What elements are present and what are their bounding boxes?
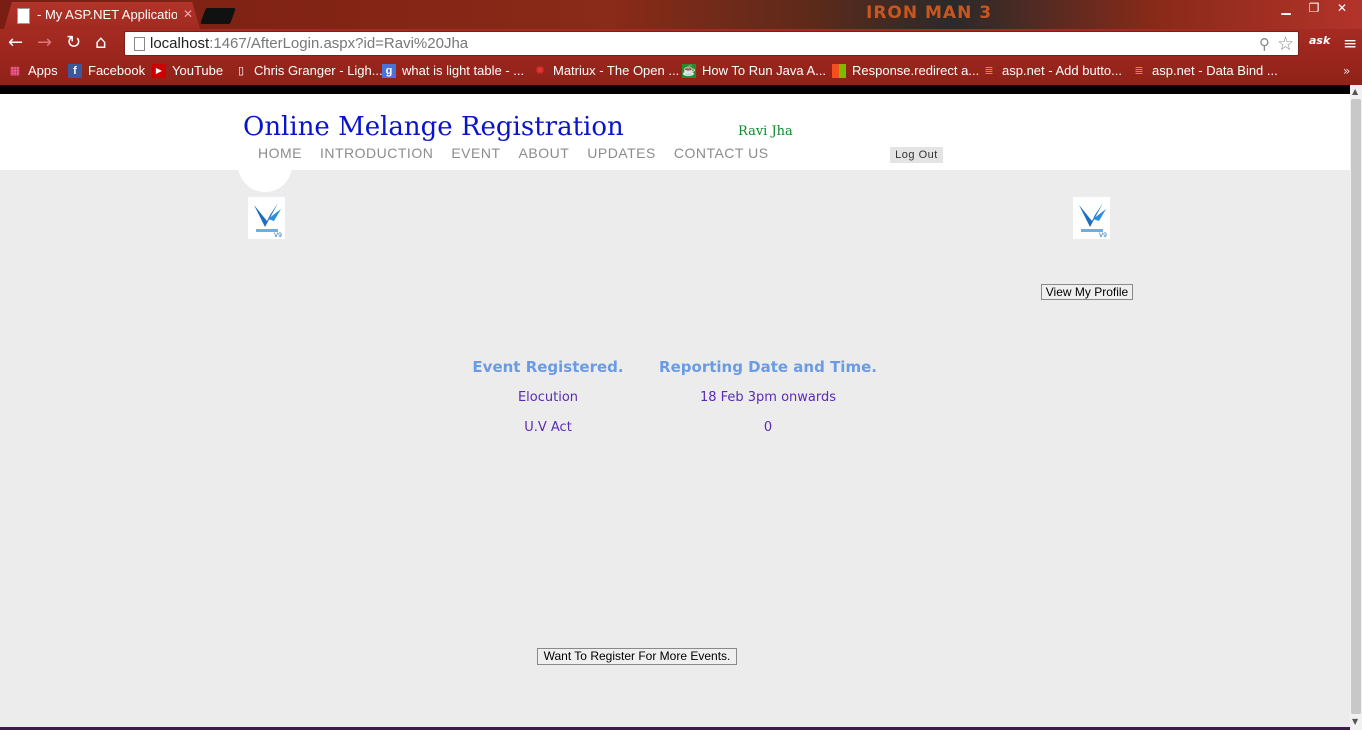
tab-title: - My ASP.NET Application (37, 7, 177, 22)
site-header: Online Melange Registration Ravi Jha HOM… (0, 94, 1350, 170)
melange-logo-left: V9 (248, 197, 285, 239)
bookmark-chris-granger[interactable]: ▯ Chris Granger - Ligh... (234, 63, 383, 78)
close-icon[interactable]: ✕ (183, 7, 193, 21)
bookmark-star-icon[interactable]: ☆ (1277, 33, 1294, 55)
page-info-icon (134, 37, 145, 51)
bookmark-data-bind[interactable]: ≣ asp.net - Data Bind ... (1132, 63, 1277, 78)
menu-contact-us[interactable]: CONTACT US (674, 145, 769, 161)
browser-menu-icon[interactable]: ≡ (1343, 34, 1357, 54)
matriux-icon: ✺ (535, 64, 545, 77)
logout-button[interactable]: Log Out (890, 147, 943, 163)
new-tab-button[interactable] (200, 8, 236, 24)
menu-updates[interactable]: UPDATES (587, 145, 656, 161)
close-window-icon[interactable]: ✕ (1328, 0, 1356, 18)
ask-extension-icon[interactable]: ask (1309, 34, 1330, 47)
menu-about[interactable]: ABOUT (519, 145, 570, 161)
search-icon[interactable]: ⚲ (1259, 35, 1270, 53)
bookmark-apps[interactable]: ▦ Apps (8, 63, 58, 78)
logged-in-user: Ravi Jha (738, 124, 793, 139)
apps-grid-icon: ▦ (9, 64, 21, 77)
scroll-up-arrow-icon[interactable]: ▲ (1352, 87, 1358, 96)
theme-banner-text: IRON MAN 3 (866, 3, 993, 23)
stackoverflow-icon: ≣ (1134, 64, 1144, 77)
youtube-icon: ▶ (152, 63, 166, 78)
more-bookmarks-icon[interactable]: » (1343, 64, 1350, 78)
minimize-icon[interactable]: ▁ (1272, 0, 1300, 18)
reporting-cell: 0 (763, 420, 773, 435)
view-profile-button[interactable]: View My Profile (1041, 284, 1133, 300)
event-cell: Elocution (517, 390, 579, 405)
bookmarks-bar: ▦ Apps f Facebook ▶ YouTube ▯ Chris Granger … (0, 58, 1362, 85)
vertical-scrollbar[interactable]: ▲ ▼ (1350, 85, 1362, 730)
svg-text:V9: V9 (1099, 232, 1107, 239)
bookmark-facebook[interactable]: f Facebook (68, 63, 145, 78)
svg-text:V9: V9 (274, 232, 282, 239)
url-text[interactable]: localhost:1467/AfterLogin.aspx?id=Ravi%2… (150, 35, 468, 52)
reporting-cell: 18 Feb 3pm onwards (699, 390, 837, 405)
browser-toolbar: ← → ↻ ⌂ localhost:1467/AfterLogin.aspx?i… (0, 29, 1362, 58)
scroll-down-arrow-icon[interactable]: ▼ (1352, 717, 1358, 726)
java-icon: ☕ (682, 63, 696, 78)
bookmark-response-redirect[interactable]: Response.redirect a... (832, 63, 979, 78)
menu-event[interactable]: EVENT (451, 145, 500, 161)
bookmark-youtube[interactable]: ▶ YouTube (152, 63, 223, 78)
bookmark-light-table[interactable]: g what is light table - ... (382, 63, 524, 78)
melange-logo-right: V9 (1073, 197, 1110, 239)
page-icon: ▯ (237, 64, 245, 77)
menu-home[interactable]: HOME (258, 145, 302, 161)
reload-icon[interactable]: ↻ (66, 34, 81, 52)
site-title: Online Melange Registration (243, 112, 624, 142)
menu-introduction[interactable]: INTRODUCTION (320, 145, 433, 161)
home-icon[interactable]: ⌂ (95, 34, 106, 52)
main-menu: HOME INTRODUCTION EVENT ABOUT UPDATES CO… (258, 145, 769, 161)
window-controls: ▁ ❐ ✕ (1272, 0, 1356, 18)
facebook-icon: f (68, 63, 82, 78)
browser-tab[interactable]: - My ASP.NET Application ✕ (4, 2, 200, 29)
back-arrow-icon[interactable]: ← (8, 34, 23, 52)
bookmark-java[interactable]: ☕ How To Run Java A... (682, 63, 826, 78)
google-icon: g (382, 63, 396, 78)
forward-arrow-icon[interactable]: → (37, 34, 52, 52)
restore-icon[interactable]: ❐ (1300, 0, 1328, 18)
page-top-bar (0, 85, 1350, 94)
bookmark-matriux[interactable]: ✺ Matriux - The Open ... (533, 63, 679, 78)
register-more-events-button[interactable]: Want To Register For More Events. (537, 648, 737, 665)
event-cell: U.V Act (524, 420, 572, 435)
browser-titlebar: - My ASP.NET Application ✕ IRON MAN 3 ▁ … (0, 0, 1362, 29)
scroll-thumb[interactable] (1351, 99, 1361, 714)
address-bar[interactable]: localhost:1467/AfterLogin.aspx?id=Ravi%2… (124, 31, 1299, 56)
column-header-event: Event Registered. (472, 358, 624, 376)
stackoverflow-icon: ≣ (984, 64, 994, 77)
bookmark-add-button[interactable]: ≣ asp.net - Add butto... (982, 63, 1122, 78)
microsoft-icon (832, 63, 846, 78)
page-icon (17, 8, 30, 24)
column-header-reporting: Reporting Date and Time. (659, 358, 877, 376)
